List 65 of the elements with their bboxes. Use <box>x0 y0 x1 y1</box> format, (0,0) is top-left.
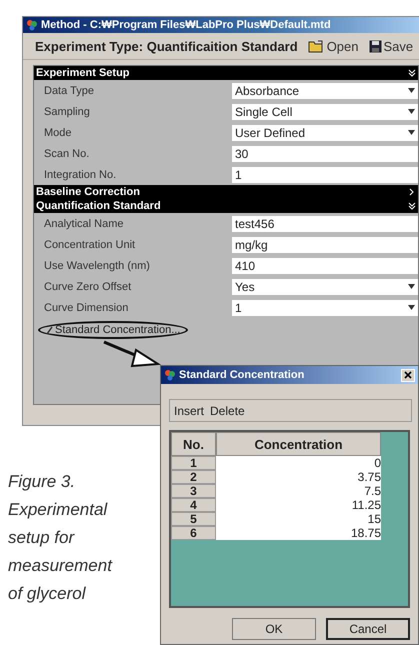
row-number: 3 <box>171 484 216 498</box>
dropdown-field[interactable]: User Defined <box>232 124 418 140</box>
input-field[interactable]: mg/kg <box>232 236 418 252</box>
row-number: 4 <box>171 498 216 512</box>
property-label: Sampling <box>43 106 91 118</box>
section-header[interactable]: Quantification Standard <box>34 199 418 213</box>
input-field[interactable]: test456 <box>232 216 418 232</box>
input-field[interactable]: 1 <box>232 166 418 182</box>
table-cell: 3.75 <box>216 470 381 484</box>
property-label: Mode <box>43 126 73 138</box>
folder-icon <box>308 40 325 52</box>
dropdown-field[interactable]: Absorbance <box>232 82 418 98</box>
input-field[interactable]: 30 <box>232 146 418 162</box>
property-label: Use Wavelength (nm) <box>43 260 151 272</box>
section-header[interactable]: Experiment Setup <box>34 66 418 80</box>
cancel-button[interactable]: Cancel <box>326 618 410 640</box>
input-field[interactable]: 410 <box>232 258 418 274</box>
close-button[interactable] <box>401 368 415 382</box>
table-cell: 15 <box>216 512 381 526</box>
property-label: Data Type <box>43 84 95 96</box>
dropdown-field[interactable]: Yes <box>232 278 418 294</box>
property-label: Scan No. <box>43 148 90 160</box>
dropdown-field[interactable]: 1 <box>232 300 418 316</box>
chevron-down-icon[interactable] <box>408 69 416 77</box>
column-header: No. <box>171 432 216 456</box>
dropdown-arrow-icon[interactable] <box>408 305 415 310</box>
app-icon <box>164 369 176 381</box>
toolbar-button[interactable]: Insert <box>174 404 204 418</box>
section-title: Baseline Correction <box>36 186 140 198</box>
property-label: Concentration Unit <box>43 238 136 250</box>
property-label: Curve Zero Offset <box>43 280 132 292</box>
ok-button[interactable]: OK <box>232 618 316 640</box>
property-label: Integration No. <box>43 168 118 180</box>
open-button[interactable]: Open <box>306 38 360 54</box>
dropdown-field[interactable]: Single Cell <box>232 104 418 120</box>
standard-concentration-link[interactable]: Standard Concentration... <box>38 321 188 339</box>
pencil-icon <box>46 326 53 334</box>
table-cell: 0 <box>216 456 381 470</box>
chevron-right-icon[interactable] <box>408 188 416 196</box>
row-number: 6 <box>171 526 216 540</box>
section-title: Experiment Setup <box>36 67 130 79</box>
dropdown-arrow-icon[interactable] <box>408 284 415 289</box>
dropdown-arrow-icon[interactable] <box>408 109 415 114</box>
table-cell: 7.5 <box>216 484 381 498</box>
row-number: 1 <box>171 456 216 470</box>
close-icon <box>404 371 412 379</box>
table-cell: 11.25 <box>216 498 381 512</box>
toolbar-button[interactable]: Delete <box>210 404 245 418</box>
property-label: Analytical Name <box>43 218 124 230</box>
section-title: Quantification Standard <box>36 200 161 212</box>
table-cell: 18.75 <box>216 526 381 540</box>
app-icon <box>26 19 38 31</box>
experiment-type-label: Experiment Type: Quantificaition Standard <box>35 38 298 54</box>
row-number: 2 <box>171 470 216 484</box>
dialog-title: Standard Concentration <box>179 369 304 381</box>
property-label: Curve Dimension <box>43 302 130 314</box>
dropdown-arrow-icon[interactable] <box>408 88 415 93</box>
save-button[interactable]: Save <box>366 38 416 54</box>
chevron-down-icon[interactable] <box>408 202 416 210</box>
column-header: Concentration <box>216 432 381 456</box>
dropdown-arrow-icon[interactable] <box>408 130 415 135</box>
section-header[interactable]: Baseline Correction <box>34 185 418 199</box>
row-number: 5 <box>171 512 216 526</box>
window-title: Method - C:₩Program Files₩LabPro Plus₩Default.mtd <box>41 19 331 31</box>
figure-caption: Figure 3. Experimental setup for measurement of glycerol <box>8 471 114 605</box>
